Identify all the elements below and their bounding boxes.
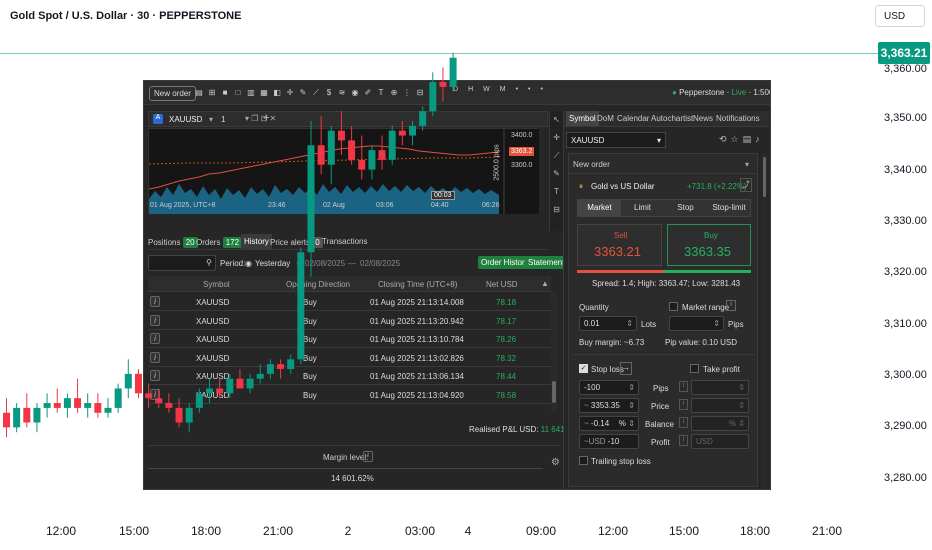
x-tick: 18:00 <box>739 524 771 538</box>
candle-body <box>449 57 457 87</box>
candle-body <box>155 398 163 404</box>
candle-body <box>297 252 305 360</box>
candle-body <box>226 378 234 394</box>
candle-body <box>317 145 325 165</box>
candle-body <box>337 130 345 141</box>
candle-body <box>419 111 427 126</box>
candle-body <box>94 403 102 413</box>
candle-body <box>74 398 82 408</box>
x-tick: 15:00 <box>118 524 150 538</box>
candle-body <box>327 130 335 165</box>
x-tick: 21:00 <box>811 524 843 538</box>
candle-body <box>134 373 142 394</box>
x-tick: 15:00 <box>668 524 700 538</box>
candle-body <box>348 140 356 160</box>
candle-body <box>378 150 386 160</box>
candle-body <box>287 359 295 369</box>
candle-body <box>104 407 112 413</box>
x-tick: 4 <box>464 524 472 538</box>
candlestick-chart <box>3 52 457 438</box>
candle-body <box>23 407 31 423</box>
x-tick: 12:00 <box>597 524 629 538</box>
candle-body <box>84 403 92 408</box>
candle-body <box>63 398 71 408</box>
candle-body <box>165 403 173 408</box>
candle-body <box>195 393 203 408</box>
candle-body <box>307 145 315 253</box>
candle-body <box>124 373 132 389</box>
x-tick: 12:00 <box>45 524 77 538</box>
candle-body <box>368 150 376 170</box>
candle-body <box>33 407 41 423</box>
candle-body <box>439 82 447 87</box>
x-tick: 18:00 <box>190 524 222 538</box>
candle-body <box>53 403 61 408</box>
candle-body <box>145 393 153 399</box>
candle-body <box>185 407 193 423</box>
candle-body <box>398 130 406 136</box>
candle-body <box>409 125 416 136</box>
candle-body <box>216 388 224 394</box>
candle-body <box>256 373 264 379</box>
candle-body <box>358 159 366 170</box>
candle-body <box>236 378 244 389</box>
candle-body <box>266 364 274 374</box>
candle-body <box>13 407 21 428</box>
candle-body <box>43 403 51 408</box>
candle-body <box>246 378 254 389</box>
candle-body <box>114 388 122 408</box>
x-tick: 09:00 <box>525 524 557 538</box>
x-tick: 03:00 <box>404 524 436 538</box>
candle-body <box>429 82 437 112</box>
candle-body <box>277 364 285 369</box>
candle-body <box>388 130 396 160</box>
last-price-tag: 3,363.21 <box>878 42 930 64</box>
candle-body <box>175 407 183 423</box>
candle-body <box>3 412 10 428</box>
x-tick: 2 <box>344 524 352 538</box>
x-tick: 21:00 <box>262 524 294 538</box>
candle-body <box>206 388 213 394</box>
